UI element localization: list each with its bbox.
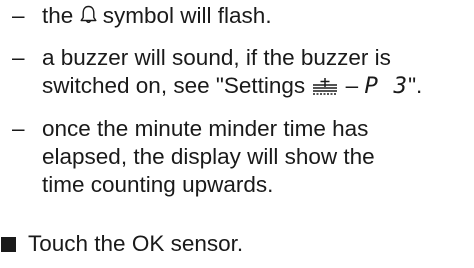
item-text: time counting upwards. xyxy=(42,172,274,197)
settings-code: P 3 xyxy=(364,73,409,99)
instruction-text: Touch the OK sensor. xyxy=(28,231,244,256)
item-text: a buzzer will sound, if the buzzer is xyxy=(42,45,391,70)
settings-symbol-icon xyxy=(311,77,339,95)
item-text: the symbol will flash. xyxy=(42,3,272,28)
item-text: once the minute minder time has xyxy=(42,116,369,141)
bell-icon xyxy=(80,5,97,25)
dash-bullet: – xyxy=(12,116,25,141)
item-text: elapsed, the display will show the xyxy=(42,144,375,169)
square-bullet-icon xyxy=(1,237,16,252)
dash-bullet: – xyxy=(12,3,25,28)
dash-bullet: – xyxy=(12,45,25,70)
item-text: switched on, see "Settings – P 3". xyxy=(42,73,423,99)
